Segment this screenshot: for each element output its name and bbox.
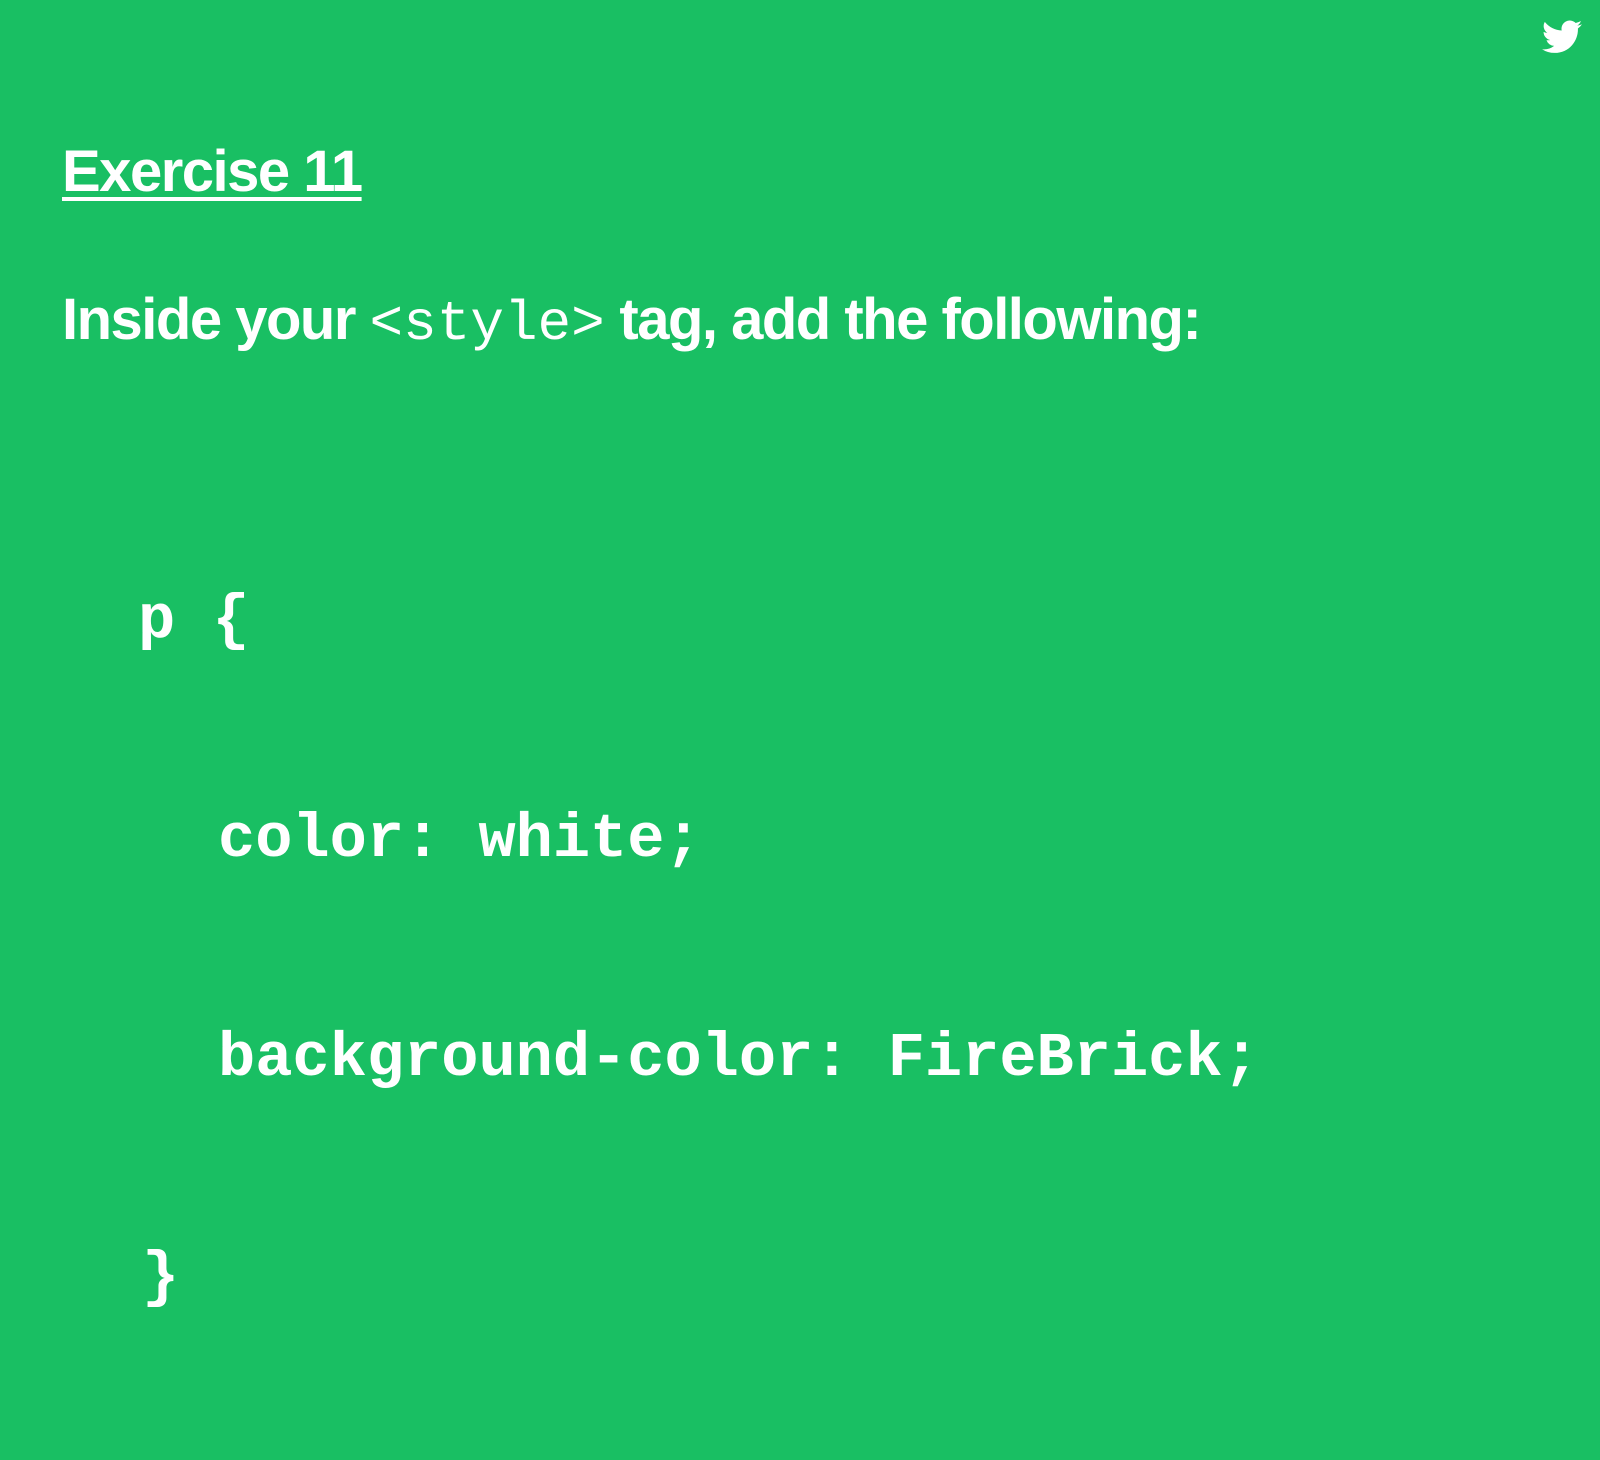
slide: Exercise 11 Inside your <style> tag, add… <box>0 0 1600 1313</box>
instruction-text: Inside your <style> tag, add the followi… <box>62 287 1202 356</box>
slide-title: Exercise 11 <box>62 139 363 204</box>
code-line-color: color: white; <box>218 804 702 875</box>
code-line-background-color: background-color: FireBrick; <box>218 1023 1260 1094</box>
instruction-text-before: Inside your <box>62 287 370 352</box>
twitter-bird-icon <box>1542 20 1582 54</box>
inline-code-style-tag: <style> <box>369 292 605 356</box>
code-line-selector: p { <box>138 585 250 656</box>
css-code-block: p { color: white; background-color: Fire… <box>138 438 1260 1460</box>
code-line-closing-brace: } <box>142 1242 180 1313</box>
instruction-text-after: tag, add the following: <box>604 287 1201 352</box>
